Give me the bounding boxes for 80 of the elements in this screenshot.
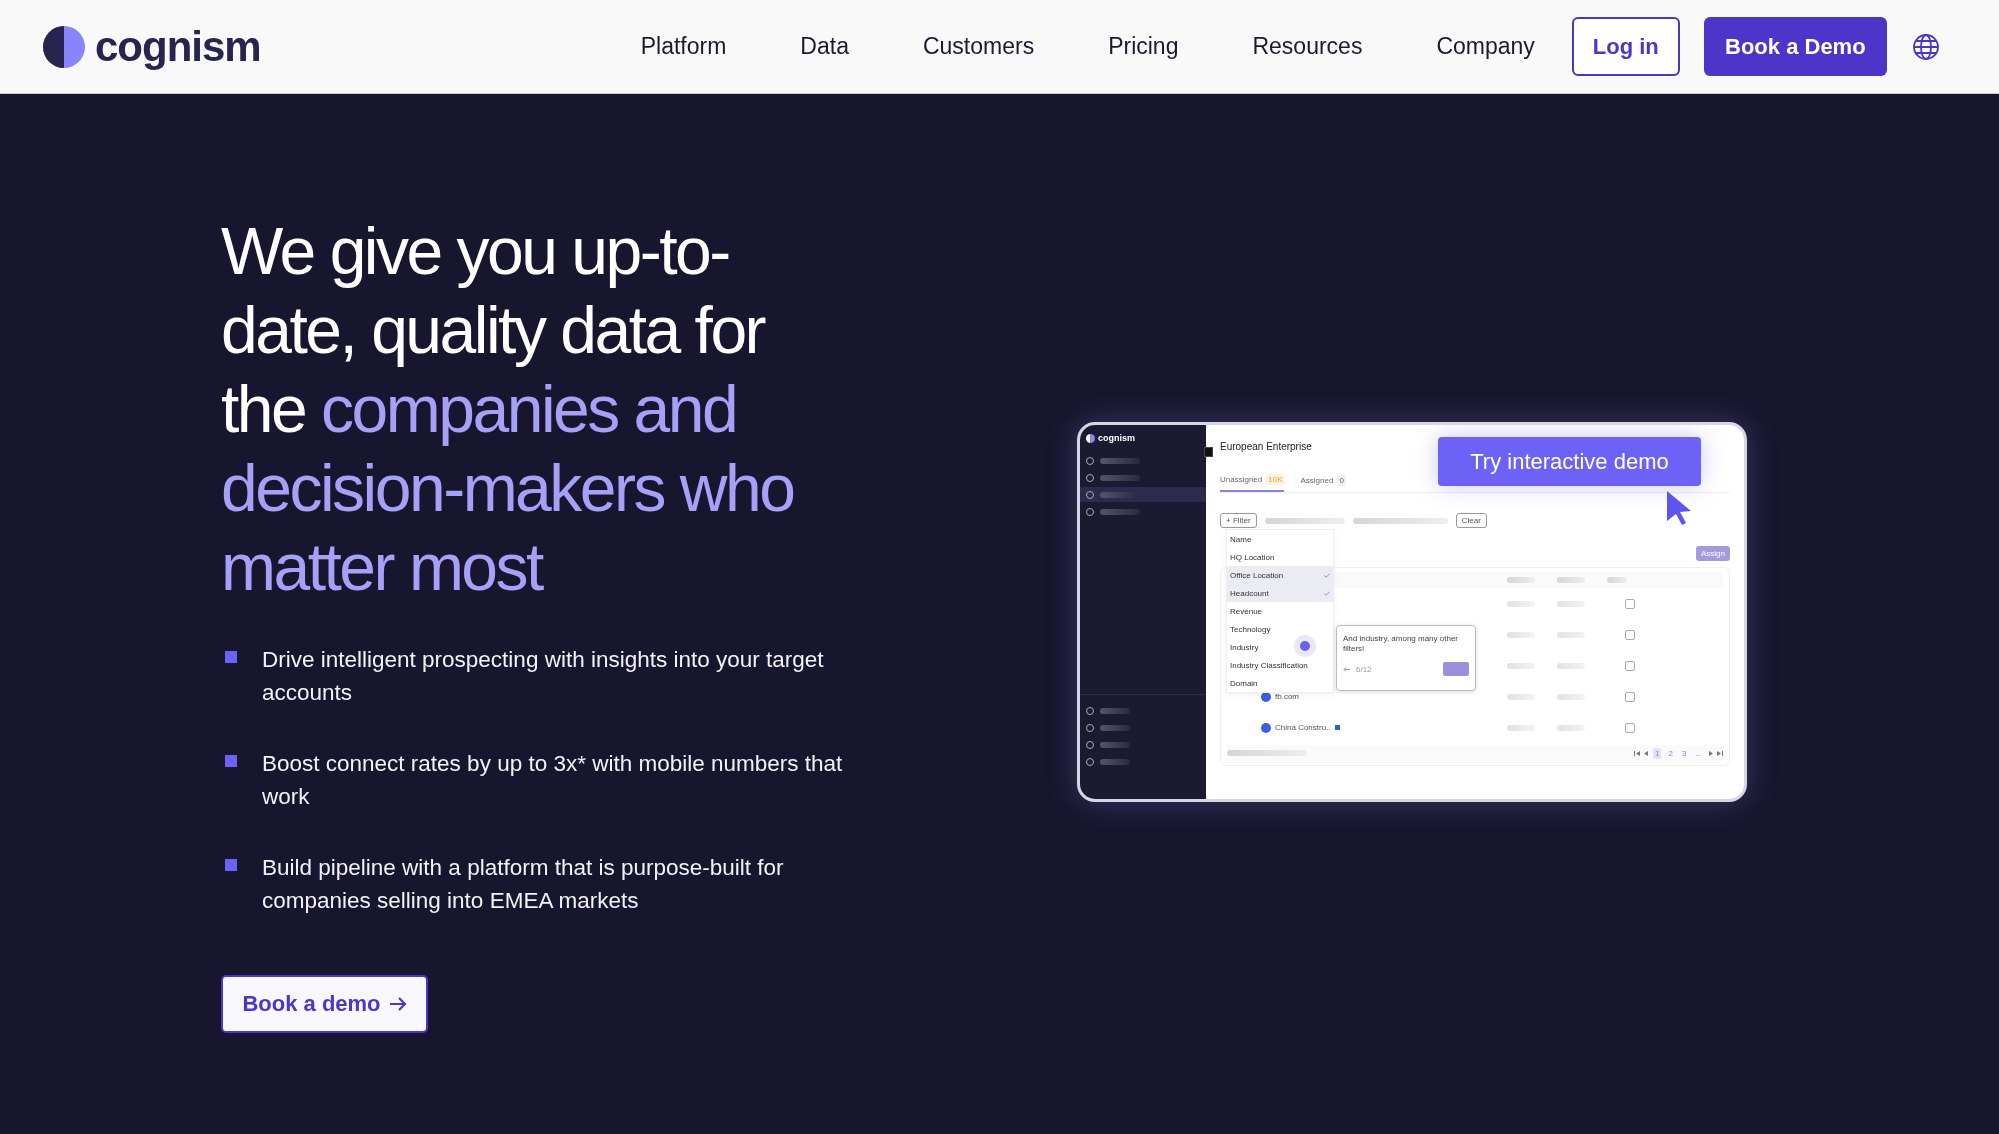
skeleton-bar [1100,508,1140,515]
next-page-icon[interactable] [1709,750,1713,756]
skeleton-bar [1507,662,1535,669]
check-icon [1324,572,1330,578]
headline: We give you up-to-date, quality data for the companies and decision-makers who matter most [221,213,795,606]
filter-option[interactable]: Technology [1227,620,1333,638]
hotspot-dot-icon[interactable] [1300,641,1310,651]
add-icon[interactable] [1625,629,1635,640]
nav-link[interactable]: Data [763,33,886,60]
arrow-right-icon [388,996,407,1012]
bullet-text: Boost connect rates by up to 3x* with mobile numbers that work [262,750,844,811]
book-demo-button[interactable]: Book a demo [221,975,428,1033]
linkedin-icon[interactable] [1334,725,1340,730]
skeleton-bar [1507,577,1535,583]
nav-link[interactable]: Company [1399,33,1572,60]
bullet-square-icon [225,755,237,767]
add-icon[interactable] [1625,691,1635,702]
add-icon[interactable] [1625,660,1635,671]
step-counter: 6/12 [1356,664,1372,674]
bullet-square-icon [225,651,237,663]
skeleton-bar [1100,707,1130,714]
skeleton-bar [1557,693,1585,700]
add-icon[interactable] [1625,598,1635,609]
login-button[interactable]: Log in [1571,17,1680,76]
logo-wordmark: cognism [1098,433,1135,443]
company-name: fb.com [1275,692,1299,701]
skeleton-bar [1100,758,1130,765]
back-arrow-icon[interactable] [1343,666,1350,672]
nav-link[interactable]: Resources [1215,33,1400,60]
skeleton-bar [1557,600,1585,607]
skeleton-bar [1100,491,1140,498]
filter-option[interactable]: Revenue [1227,602,1333,620]
skeleton-bar [1557,631,1585,638]
filter-button[interactable]: + Filter [1220,513,1257,528]
skeleton-bar [1557,662,1585,669]
first-page-icon[interactable] [1633,750,1640,756]
skeleton-bar [1507,600,1535,607]
skeleton-bar [1557,577,1585,583]
last-page-icon[interactable] [1717,750,1723,756]
nav-link[interactable]: Platform [603,33,764,60]
nav-link[interactable]: Customers [885,33,1072,60]
page-number[interactable]: 3 [1679,747,1689,759]
globe-icon[interactable] [1911,32,1940,61]
check-icon [1324,590,1330,596]
try-demo-button[interactable]: Try interactive demo [1438,437,1701,486]
filter-option[interactable]: Office Location [1227,566,1333,584]
filter-option[interactable]: Headcount [1227,584,1333,602]
skeleton-bar [1100,724,1130,731]
previous-page-icon[interactable] [1643,750,1648,756]
logo-wordmark[interactable]: cognism [95,22,261,71]
skeleton-bar [1607,577,1627,583]
filter-option[interactable]: Name [1227,530,1333,548]
collapse-handle[interactable] [1204,447,1213,457]
skeleton-bar [1100,474,1140,481]
filter-option[interactable]: Industry Classification [1227,656,1333,674]
skeleton-bar [1507,724,1535,731]
skeleton-bar [1507,693,1535,700]
skeleton-bar [1100,457,1140,464]
company-name: China Constru.. [1275,723,1331,732]
filter-option[interactable]: HQ Location [1227,548,1333,566]
nav-link[interactable]: Pricing [1071,33,1216,60]
company-avatar [1261,722,1271,733]
tooltip-text: And industry, among many other filters! [1343,634,1460,654]
logo-icon [1086,433,1095,443]
page-number[interactable]: ... [1693,747,1704,759]
book-demo-button[interactable]: Book a Demo [1703,17,1887,76]
skeleton-bar [1557,724,1585,731]
filter-option[interactable]: Industry [1227,638,1333,656]
add-icon[interactable] [1625,722,1635,733]
logo-icon [43,25,85,68]
tab[interactable]: Unassigned 10K [1220,474,1285,492]
bullet-text: Build pipeline with a platform that is purpose-built for companies selling into EMEA markets [262,854,785,915]
list-title: European Enterprise [1220,441,1313,452]
bullet-text: Drive intelligent prospecting with insights into your target accounts [262,646,825,707]
bullet-square-icon [225,859,237,871]
clear-button[interactable]: Clear [1455,513,1487,528]
skeleton-bar [1100,741,1130,748]
skeleton-bar [1507,631,1535,638]
tab[interactable]: Assigned 0 [1300,474,1346,492]
filter-option[interactable]: Domain [1227,674,1333,692]
